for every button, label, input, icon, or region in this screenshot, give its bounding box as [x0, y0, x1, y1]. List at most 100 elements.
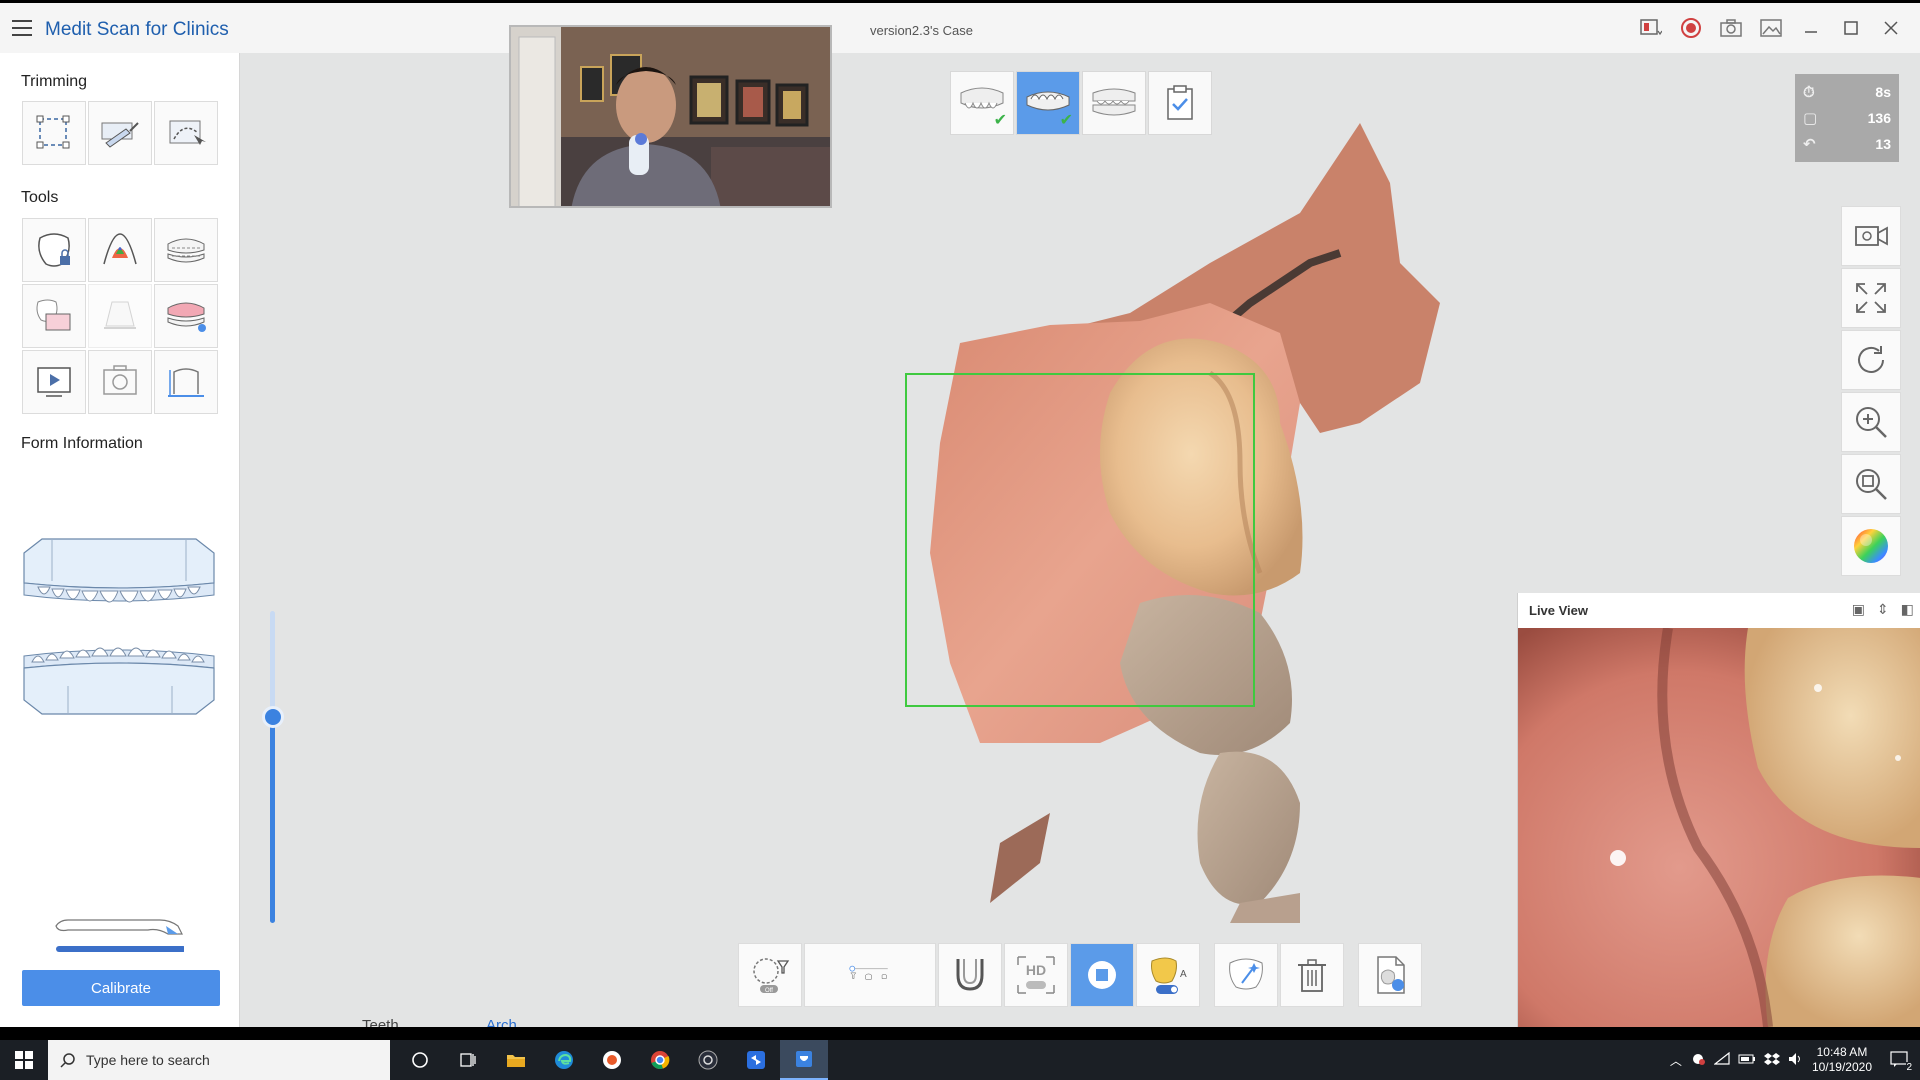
obs-icon[interactable]: [684, 1040, 732, 1080]
upper-arch-icon[interactable]: [22, 533, 216, 613]
app-title: Medit Scan for Clinics: [45, 19, 229, 40]
trim-select-button[interactable]: [22, 101, 86, 165]
bite-align-button[interactable]: [154, 284, 218, 348]
slider-knob[interactable]: [262, 706, 284, 728]
menu-icon[interactable]: [12, 20, 32, 36]
layout-icon[interactable]: [1638, 16, 1664, 40]
color-map-button[interactable]: [88, 218, 152, 282]
trim-brush-button[interactable]: [88, 101, 152, 165]
abutment-button[interactable]: [88, 284, 152, 348]
notifications-icon[interactable]: 2: [1890, 1050, 1912, 1073]
rotate-button[interactable]: [1841, 330, 1901, 390]
file-export-icon: [1377, 956, 1405, 994]
cortana-icon[interactable]: [396, 1040, 444, 1080]
dropbox-icon[interactable]: [1763, 1052, 1780, 1069]
color-tooth-icon: [103, 233, 137, 265]
tray-mode-button[interactable]: [938, 943, 1002, 1007]
bottom-toolbar-left: Off: [738, 943, 802, 1009]
bottom-toolbar-mid: HD A: [938, 943, 1200, 1009]
stop-scan-button[interactable]: [1070, 943, 1134, 1007]
taskbar-search[interactable]: Type here to search: [48, 1040, 390, 1080]
taskbar-clock[interactable]: 10:48 AM 10/19/2020: [1812, 1045, 1872, 1075]
svg-text:Off: Off: [765, 988, 773, 994]
remote-app-icon[interactable]: [732, 1040, 780, 1080]
zoom-in-button[interactable]: [1841, 392, 1901, 452]
media-app-icon[interactable]: [588, 1040, 636, 1080]
measure-icon: [168, 368, 204, 397]
gallery-icon[interactable]: [1758, 16, 1784, 40]
app-window: Medit Scan for Clinics version2.3's Case: [0, 3, 1920, 1027]
export-button[interactable]: [1358, 943, 1422, 1007]
start-button[interactable]: [0, 1040, 48, 1080]
title-bar-controls: [1638, 16, 1904, 40]
bottom-toolbar-export: [1358, 943, 1422, 1009]
edge-icon[interactable]: [540, 1040, 588, 1080]
record-icon[interactable]: [1678, 16, 1704, 40]
hd-toggle-button[interactable]: HD: [1004, 943, 1068, 1007]
tray-status-icon[interactable]: [1690, 1052, 1706, 1069]
fit-view-button[interactable]: [1841, 268, 1901, 328]
title-bar: Medit Scan for Clinics version2.3's Case: [0, 3, 1920, 53]
tab-arch[interactable]: Arch: [486, 1017, 517, 1027]
zoom-fit-button[interactable]: [1841, 454, 1901, 514]
video-button[interactable]: [1841, 206, 1901, 266]
file-explorer-icon[interactable]: [492, 1040, 540, 1080]
minimize-icon[interactable]: [1798, 16, 1824, 40]
svg-text:A: A: [1180, 969, 1187, 980]
tab-teeth[interactable]: Teeth: [362, 1017, 399, 1027]
bite-icon: [167, 302, 206, 332]
search-icon: [60, 1053, 75, 1068]
lower-arch-icon[interactable]: [22, 638, 216, 718]
network-icon[interactable]: [1713, 1051, 1730, 1069]
left-panel: Trimming Tools Form Information Calibrat…: [0, 53, 240, 1027]
curve-icon: ↶: [1803, 136, 1816, 153]
svg-text:HD: HD: [1026, 962, 1046, 978]
battery-icon[interactable]: [1738, 1053, 1756, 1068]
os-taskbar: Type here to search ︿ 10:48 AM 10/19/202…: [0, 1040, 1920, 1080]
filter-strength-control[interactable]: [804, 943, 936, 1007]
live-view-controls: ▣ ⇕ ◧: [1852, 601, 1914, 618]
threshold-slider[interactable]: [262, 611, 284, 923]
capture-button[interactable]: [88, 350, 152, 414]
smart-clean-button[interactable]: [1214, 943, 1278, 1007]
tray-expand-icon[interactable]: ︿: [1670, 1052, 1682, 1069]
bottom-toolbar-right: [1214, 943, 1344, 1009]
task-view-icon[interactable]: [444, 1040, 492, 1080]
filter-toggle-button[interactable]: Off: [738, 943, 802, 1007]
pin-icon[interactable]: ▣: [1852, 601, 1865, 618]
stat-frames: 136: [1867, 110, 1891, 126]
chrome-icon[interactable]: [636, 1040, 684, 1080]
zoom-fit-icon: [1856, 469, 1887, 500]
clock-time: 10:48 AM: [1816, 1045, 1868, 1059]
volume-icon[interactable]: [1788, 1052, 1804, 1069]
camera-icon[interactable]: [1718, 16, 1744, 40]
live-view-title: Live View: [1529, 603, 1589, 618]
ai-scan-toggle-button[interactable]: A: [1136, 943, 1200, 1007]
jaw-icon: [167, 238, 205, 263]
trim-lasso-button[interactable]: [154, 101, 218, 165]
scan-region-box: [905, 373, 1255, 707]
arch-u-icon: [956, 959, 984, 991]
calibrate-button[interactable]: Calibrate: [22, 970, 220, 1006]
webcam-feed-image: [511, 27, 830, 206]
replay-button[interactable]: [22, 350, 86, 414]
panel-toggle-icon[interactable]: ◧: [1901, 601, 1914, 618]
medit-scan-taskbar-icon[interactable]: [780, 1040, 828, 1080]
select-region-icon: [36, 115, 70, 149]
stat-count: 13: [1875, 136, 1891, 152]
magic-tooth-icon: [1229, 958, 1263, 990]
delete-button[interactable]: [1280, 943, 1344, 1007]
arch-tool-button[interactable]: [154, 218, 218, 282]
bottom-tabs: Teeth Arch: [0, 1017, 1520, 1027]
maximize-icon[interactable]: [1838, 16, 1864, 40]
lock-tooth-icon: [38, 233, 70, 267]
abutment-icon: [104, 301, 136, 329]
fill-hole-button[interactable]: [22, 284, 86, 348]
tools-title: Tools: [21, 189, 59, 206]
lock-area-button[interactable]: [22, 218, 86, 282]
form-info-title: Form Information: [21, 435, 143, 452]
color-toggle-button[interactable]: [1841, 516, 1901, 576]
collapse-icon[interactable]: ⇕: [1877, 601, 1889, 618]
measure-button[interactable]: [154, 350, 218, 414]
close-icon[interactable]: [1878, 16, 1904, 40]
